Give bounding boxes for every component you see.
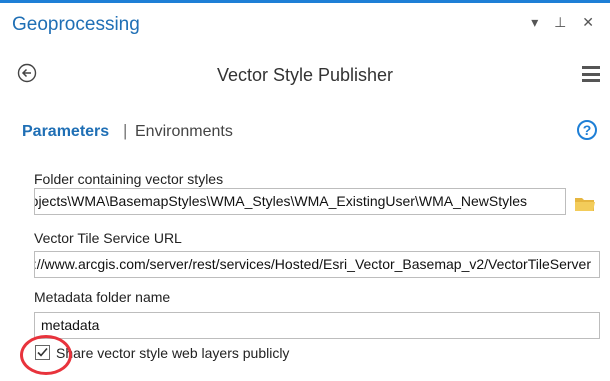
tool-title: Vector Style Publisher (216, 65, 394, 85)
hamburger-menu-icon[interactable] (582, 66, 600, 82)
checkmark-icon (37, 347, 48, 357)
folder-icon[interactable] (574, 195, 596, 213)
help-icon[interactable]: ? (577, 120, 597, 140)
tab-parameters[interactable]: Parameters (22, 123, 109, 141)
back-arrow-icon[interactable] (17, 63, 37, 83)
folder-field-label: Folder containing vector styles (34, 171, 224, 187)
pane-top-border (0, 0, 610, 3)
metadata-input[interactable]: metadata (34, 312, 600, 339)
folder-input-value: C:\Projects\WMA\BasemapStyles\WMA_Styles… (34, 193, 527, 209)
metadata-field-label: Metadata folder name (34, 289, 171, 305)
url-input-value: https://www.arcgis.com/server/rest/servi… (34, 256, 591, 272)
pane-title: Geoprocessing (12, 14, 140, 35)
metadata-input-value: metadata (41, 317, 100, 333)
url-input[interactable]: https://www.arcgis.com/server/rest/servi… (34, 251, 600, 278)
tab-environments[interactable]: Environments (135, 123, 233, 141)
share-publicly-label[interactable]: Share vector style web layers publicly (56, 345, 289, 361)
share-publicly-checkbox[interactable] (35, 345, 50, 360)
url-field-label: Vector Tile Service URL (34, 230, 182, 246)
folder-input[interactable]: C:\Projects\WMA\BasemapStyles\WMA_Styles… (34, 188, 566, 215)
tab-separator: | (123, 121, 128, 140)
pane-window-controls[interactable]: ▾ ⊥ ✕ (531, 14, 600, 31)
